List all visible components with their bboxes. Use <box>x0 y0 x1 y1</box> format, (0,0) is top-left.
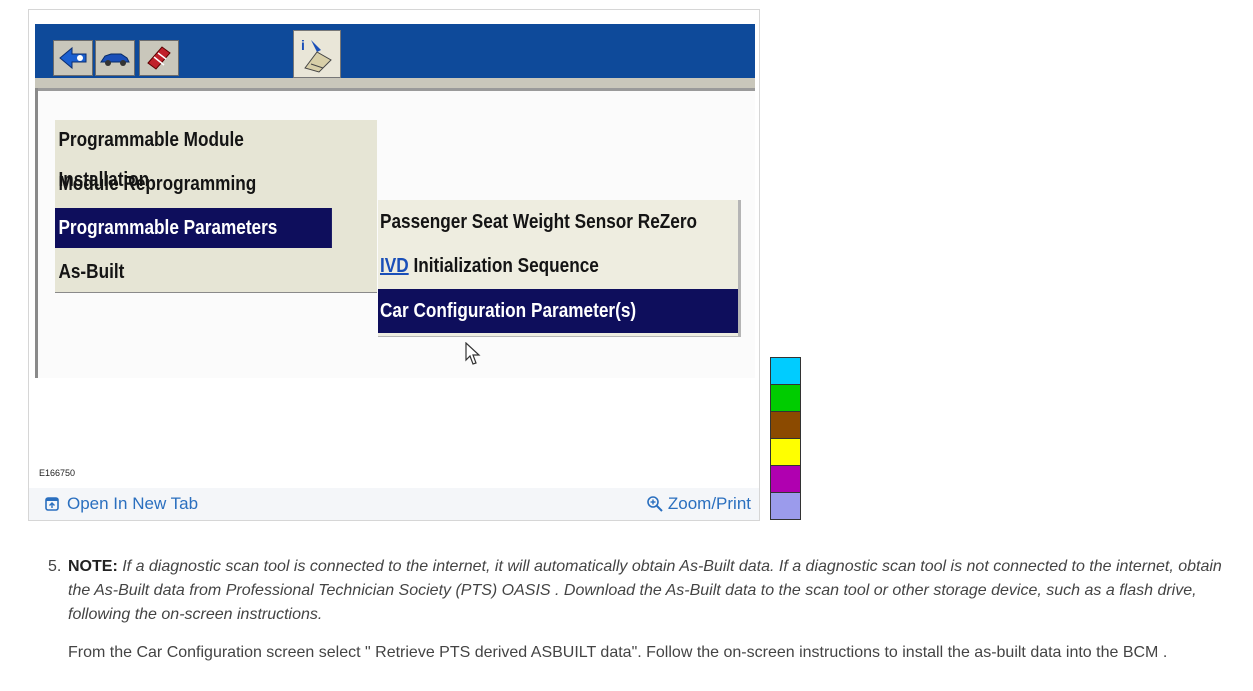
module-programming-menu: Programmable Module Installation Module … <box>55 120 377 293</box>
zoom-label: Zoom/Print <box>667 494 751 513</box>
swatch-brown <box>770 411 801 439</box>
step-instruction: From the Car Configuration screen select… <box>68 644 1168 661</box>
note-label: NOTE: <box>68 558 118 575</box>
submenu-item-seat-weight-sensor-rezero[interactable]: Passenger Seat Weight Sensor ReZero <box>378 200 738 244</box>
color-swatches <box>770 357 801 520</box>
toolbox-icon[interactable] <box>139 40 179 76</box>
figure-id: E166750 <box>39 468 76 478</box>
swatch-magenta <box>770 465 801 493</box>
menu-item-as-built[interactable]: As-Built <box>55 252 332 292</box>
module-programming-tab-icon[interactable]: i <box>293 30 341 78</box>
open-tab-label: Open In New Tab <box>67 494 199 513</box>
figure-card: i Programmable Module Installation Modul… <box>28 9 760 521</box>
swatch-yellow <box>770 438 801 466</box>
submenu-item-car-configuration-parameters[interactable]: Car Configuration Parameter(s) <box>378 289 738 333</box>
mouse-pointer-icon <box>465 341 481 371</box>
swatch-lavender <box>770 492 801 520</box>
figure-actions-bar: Open In New Tab Zoom/Print <box>29 488 759 520</box>
submenu-item-ivd-initialization[interactable]: IVD Initialization Sequence <box>378 244 738 288</box>
svg-text:i: i <box>301 37 305 53</box>
step-5: 5. NOTE: If a diagnostic scan tool is co… <box>48 555 1238 627</box>
menu-item-programmable-module-installation[interactable]: Programmable Module Installation <box>55 120 332 191</box>
menu-item-programmable-parameters[interactable]: Programmable Parameters <box>55 208 332 248</box>
swatch-cyan <box>770 357 801 385</box>
swatch-green <box>770 384 801 412</box>
vehicle-icon[interactable] <box>95 40 135 76</box>
scan-tool-screenshot: i Programmable Module Installation Modul… <box>35 24 755 378</box>
zoom-icon <box>647 496 663 512</box>
zoom-print-link[interactable]: Zoom/Print <box>646 494 751 514</box>
note-text: If a diagnostic scan tool is connected t… <box>68 558 1222 623</box>
ivd-link[interactable]: IVD <box>380 255 409 277</box>
programmable-parameters-submenu: Passenger Seat Weight Sensor ReZero IVD … <box>378 200 741 337</box>
step-number: 5. <box>48 558 62 575</box>
menu-item-module-reprogramming[interactable]: Module Reprogramming <box>55 164 332 204</box>
open-in-new-tab-link[interactable]: Open In New Tab <box>45 494 198 514</box>
open-tab-icon <box>45 497 59 511</box>
back-arrow-icon[interactable] <box>53 40 93 76</box>
